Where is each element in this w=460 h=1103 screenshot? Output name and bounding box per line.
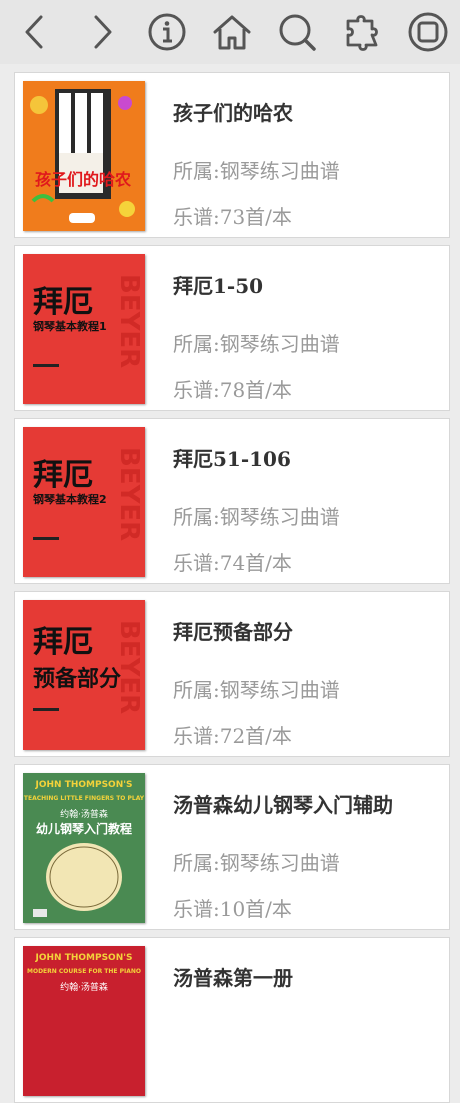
stop-button[interactable] [404,8,452,56]
home-button[interactable] [208,8,256,56]
cover-subtitle: TEACHING LITTLE FINGERS TO PLAY [24,795,145,802]
book-title: 拜厄51-106 [173,447,291,471]
book-score-count: 乐谱:73首/本 [173,205,292,229]
cover-title: JOHN THOMPSON'S [35,780,133,790]
book-card[interactable]: BEYER 拜厄 钢琴基本教程1 拜厄1-50 所属:钢琴练习曲谱 乐谱:78首… [14,245,450,411]
cover-subtitle: MODERN COURSE FOR THE PIANO [27,968,141,975]
cover-subtitle: 钢琴基本教程2 [33,492,107,506]
book-card[interactable]: 孩子们的哈农 孩子们的哈农 所属:钢琴练习曲谱 乐谱:73首/本 [14,72,450,238]
book-title: 汤普森幼儿钢琴入门辅助 [173,793,393,817]
cover-side-text: BEYER [114,274,144,368]
navigation-toolbar [0,0,460,64]
book-card[interactable]: JOHN THOMPSON'S TEACHING LITTLE FINGERS … [14,764,450,930]
cover-cn: 约翰·汤普森 [60,808,108,820]
book-score-count: 乐谱:74首/本 [173,551,292,575]
search-icon [279,14,317,51]
cover-title: 拜厄 [33,285,93,320]
book-score-count: 乐谱:10首/本 [173,897,292,921]
stop-icon [408,12,448,52]
book-category: 所属:钢琴练习曲谱 [173,505,340,529]
book-card[interactable]: BEYER 拜厄 钢琴基本教程2 拜厄51-106 所属:钢琴练习曲谱 乐谱:7… [14,418,450,584]
home-icon [213,15,251,50]
book-title: 汤普森第一册 [173,966,293,990]
cover-subtitle: 钢琴基本教程1 [33,319,107,333]
book-score-count: 乐谱:72首/本 [173,724,292,748]
book-cover: BEYER 拜厄 钢琴基本教程2 [23,427,145,577]
book-category: 所属:钢琴练习曲谱 [173,678,340,702]
cover-cn: 约翰·汤普森 [60,981,108,993]
puzzle-icon [346,15,378,51]
search-button[interactable] [273,8,321,56]
cover-title: 拜厄 [33,458,93,493]
cover-side-text: BEYER [114,447,144,541]
cover-title: JOHN THOMPSON'S [35,953,133,963]
book-category: 所属:钢琴练习曲谱 [173,851,340,875]
book-score-count: 乐谱:78首/本 [173,378,292,402]
book-title: 孩子们的哈农 [173,101,293,125]
forward-arrow-icon [94,15,112,49]
book-card[interactable]: BEYER 拜厄 预备部分 拜厄预备部分 所属:钢琴练习曲谱 乐谱:72首/本 [14,591,450,757]
forward-button[interactable] [77,8,125,56]
book-title: 拜厄预备部分 [173,620,293,644]
cover-title: 拜厄 [33,625,93,660]
book-cover: JOHN THOMPSON'S TEACHING LITTLE FINGERS … [23,773,145,923]
book-category: 所属:钢琴练习曲谱 [173,159,340,183]
book-cover: 孩子们的哈农 [23,81,145,231]
book-category: 所属:钢琴练习曲谱 [173,332,340,356]
back-button[interactable] [12,8,60,56]
puzzle-button[interactable] [339,8,387,56]
cover-subtitle: 预备部分 [33,666,121,692]
book-cover: JOHN THOMPSON'S MODERN COURSE FOR THE PI… [23,946,145,1096]
info-icon [148,13,186,51]
book-cover: BEYER 拜厄 钢琴基本教程1 [23,254,145,404]
book-card[interactable]: JOHN THOMPSON'S MODERN COURSE FOR THE PI… [14,937,450,1103]
book-title: 拜厄1-50 [173,274,264,298]
info-button[interactable] [143,8,191,56]
cover-cn-title: 幼儿钢琴入门教程 [36,821,132,836]
cover-title: 孩子们的哈农 [35,170,131,189]
back-arrow-icon [25,15,43,49]
book-cover: BEYER 拜厄 预备部分 [23,600,145,750]
